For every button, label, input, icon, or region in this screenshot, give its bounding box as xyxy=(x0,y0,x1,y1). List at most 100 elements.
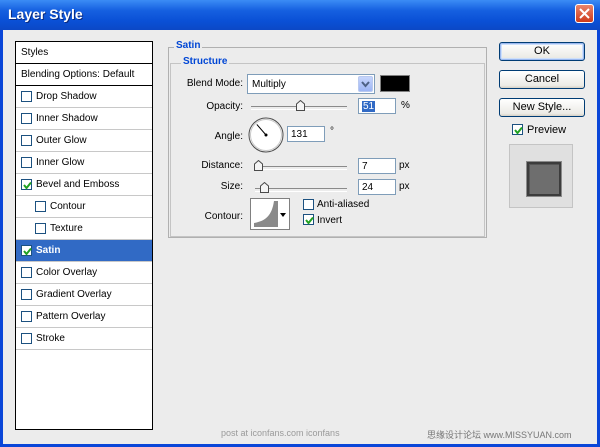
title-bar[interactable]: Layer Style xyxy=(0,0,600,30)
distance-slider[interactable] xyxy=(253,160,347,174)
checkmark-icon xyxy=(23,181,32,190)
contour-curve-icon xyxy=(254,201,278,227)
size-value: 24 xyxy=(362,182,374,193)
opacity-slider[interactable] xyxy=(251,100,347,114)
drop-shadow-checkbox[interactable] xyxy=(21,91,32,102)
checkmark-icon xyxy=(305,216,314,225)
inner-shadow-checkbox[interactable] xyxy=(21,113,32,124)
style-item-inner-shadow[interactable]: Inner Shadow xyxy=(16,108,152,130)
style-item-label: Texture xyxy=(50,223,83,234)
gradient-overlay-checkbox[interactable] xyxy=(21,289,32,300)
preview-swatch xyxy=(527,162,561,196)
close-button[interactable] xyxy=(575,4,594,23)
satin-group: Satin Structure Blend Mode: Multiply Opa… xyxy=(168,40,487,238)
layer-style-window: Layer Style Styles Blending Options: Def… xyxy=(0,0,600,447)
style-item-label: Outer Glow xyxy=(36,135,87,146)
blend-mode-label: Blend Mode: xyxy=(186,78,243,89)
ok-button[interactable]: OK xyxy=(499,42,585,61)
styles-list: Styles Blending Options: Default Drop Sh… xyxy=(15,41,153,430)
contour-label: Contour: xyxy=(204,211,243,222)
stroke-checkbox[interactable] xyxy=(21,333,32,344)
opacity-input[interactable]: 51 xyxy=(358,98,396,114)
blend-mode-select[interactable]: Multiply xyxy=(247,74,375,94)
cancel-button[interactable]: Cancel xyxy=(499,70,585,89)
size-slider-thumb[interactable] xyxy=(260,182,270,193)
preview-label: Preview xyxy=(527,124,567,136)
blending-options-label: Blending Options: Default xyxy=(21,69,135,80)
opacity-unit: % xyxy=(401,100,410,111)
blend-mode-value: Multiply xyxy=(252,79,286,90)
contour-dropdown-icon xyxy=(280,213,286,217)
texture-checkbox[interactable] xyxy=(35,223,46,234)
style-item-label: Inner Glow xyxy=(36,157,85,168)
opacity-slider-thumb[interactable] xyxy=(295,100,305,111)
opacity-label: Opacity: xyxy=(206,101,243,112)
angle-label: Angle: xyxy=(214,131,243,142)
styles-header[interactable]: Styles xyxy=(16,42,152,64)
invert-checkbox[interactable] xyxy=(303,214,314,225)
angle-unit: ° xyxy=(330,126,334,137)
contour-checkbox[interactable] xyxy=(35,201,46,212)
distance-label: Distance: xyxy=(201,160,243,171)
style-item-texture[interactable]: Texture xyxy=(16,218,152,240)
distance-input[interactable]: 7 xyxy=(358,158,396,174)
style-item-drop-shadow[interactable]: Drop Shadow xyxy=(16,86,152,108)
invert-label: Invert xyxy=(317,215,343,226)
style-item-satin[interactable]: Satin xyxy=(16,240,152,262)
style-item-label: Bevel and Emboss xyxy=(36,179,120,190)
blend-color-swatch[interactable] xyxy=(380,75,410,92)
distance-value: 7 xyxy=(362,161,368,172)
close-icon xyxy=(579,8,590,19)
style-item-label: Satin xyxy=(36,245,61,256)
angle-value: 131 xyxy=(291,129,308,140)
blending-options-item[interactable]: Blending Options: Default xyxy=(16,64,152,86)
opacity-value: 51 xyxy=(362,101,376,112)
bevel-and-emboss-checkbox[interactable] xyxy=(21,179,32,190)
inner-glow-checkbox[interactable] xyxy=(21,157,32,168)
style-item-label: Inner Shadow xyxy=(36,113,98,124)
style-item-label: Color Overlay xyxy=(36,267,98,278)
satin-title: Satin xyxy=(174,40,203,51)
checkmark-icon xyxy=(23,247,32,256)
style-item-label: Drop Shadow xyxy=(36,91,97,102)
styles-header-label: Styles xyxy=(21,47,49,58)
angle-input[interactable]: 131 xyxy=(287,126,325,142)
size-unit: px xyxy=(399,181,410,192)
pattern-overlay-checkbox[interactable] xyxy=(21,311,32,322)
style-item-label: Contour xyxy=(50,201,86,212)
style-item-inner-glow[interactable]: Inner Glow xyxy=(16,152,152,174)
anti-aliased-checkbox[interactable] xyxy=(303,199,314,210)
style-item-outer-glow[interactable]: Outer Glow xyxy=(16,130,152,152)
style-item-stroke[interactable]: Stroke xyxy=(16,328,152,350)
preview-checkbox[interactable] xyxy=(512,124,523,135)
angle-dial[interactable] xyxy=(247,116,285,154)
size-input[interactable]: 24 xyxy=(358,179,396,195)
style-item-color-overlay[interactable]: Color Overlay xyxy=(16,262,152,284)
style-item-label: Gradient Overlay xyxy=(36,289,112,300)
structure-group: Structure Blend Mode: Multiply Opacity: … xyxy=(170,56,485,237)
distance-unit: px xyxy=(399,160,410,171)
chevron-down-icon xyxy=(358,76,373,92)
footer-left-text: post at iconfans.com iconfans xyxy=(221,428,340,438)
window-title: Layer Style xyxy=(8,6,83,22)
structure-title: Structure xyxy=(181,56,230,67)
distance-slider-thumb[interactable] xyxy=(253,160,263,171)
outer-glow-checkbox[interactable] xyxy=(21,135,32,146)
footer-right-text: 思缘设计论坛 www.MISSYUAN.com xyxy=(427,430,572,440)
style-item-pattern-overlay[interactable]: Pattern Overlay xyxy=(16,306,152,328)
style-item-label: Stroke xyxy=(36,333,65,344)
dialog-body: Styles Blending Options: Default Drop Sh… xyxy=(3,30,597,444)
size-slider[interactable] xyxy=(255,182,347,196)
checkmark-icon xyxy=(514,126,523,135)
new-style-button[interactable]: New Style... xyxy=(499,98,585,117)
style-item-gradient-overlay[interactable]: Gradient Overlay xyxy=(16,284,152,306)
style-item-label: Pattern Overlay xyxy=(36,311,106,322)
color-overlay-checkbox[interactable] xyxy=(21,267,32,278)
anti-aliased-label: Anti-aliased xyxy=(317,199,370,210)
satin-checkbox[interactable] xyxy=(21,245,32,256)
contour-picker[interactable] xyxy=(250,198,290,230)
style-item-bevel-and-emboss[interactable]: Bevel and Emboss xyxy=(16,174,152,196)
style-item-contour[interactable]: Contour xyxy=(16,196,152,218)
size-label: Size: xyxy=(220,181,243,192)
preview-thumbnail xyxy=(509,144,573,208)
